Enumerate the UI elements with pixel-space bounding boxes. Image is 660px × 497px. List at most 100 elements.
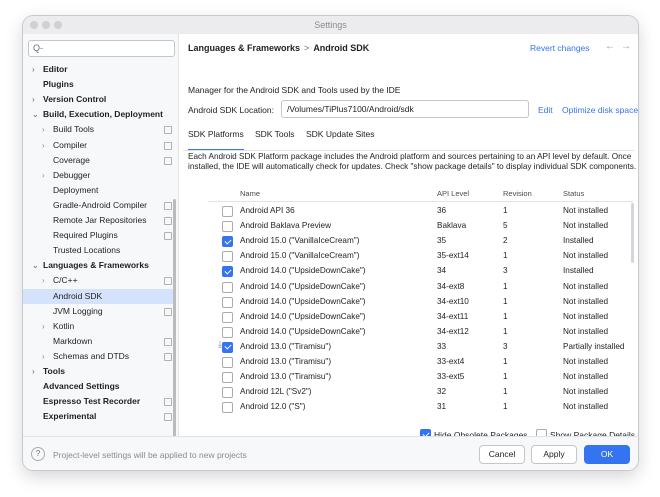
tab-sdk-tools[interactable]: SDK Tools: [255, 129, 295, 149]
column-revision[interactable]: Revision: [503, 189, 532, 198]
cell-api: 31: [437, 402, 447, 412]
sidebar-item-gradle-android-compiler[interactable]: Gradle-Android Compiler: [23, 198, 173, 213]
chevron-right-icon[interactable]: ›: [42, 122, 45, 137]
cell-rev: 1: [503, 357, 508, 366]
cell-rev: 1: [503, 296, 508, 306]
package-checkbox[interactable]: [222, 221, 233, 233]
chevron-down-icon[interactable]: ⌄: [32, 107, 39, 122]
breadcrumb-languages-frameworks[interactable]: Languages & Frameworks: [188, 43, 300, 53]
chevron-down-icon[interactable]: ⌄: [32, 258, 39, 273]
column-api-level[interactable]: API Level: [437, 189, 469, 198]
table-row[interactable]: Android Baklava Preview Baklava 5 Not insta…: [208, 219, 633, 234]
sidebar-item-coverage[interactable]: Coverage: [23, 153, 173, 168]
sidebar-item-required-plugins[interactable]: Required Plugins: [23, 228, 173, 243]
chevron-right-icon[interactable]: ›: [32, 92, 35, 107]
table-row[interactable]: Android 14.0 ("UpsideDownCake") 34-ext11 1…: [208, 310, 633, 325]
sidebar-item-tools[interactable]: › Tools: [23, 364, 173, 379]
sidebar-item-debugger[interactable]: › Debugger: [23, 168, 173, 183]
sidebar-item-label: C/C++: [53, 275, 78, 286]
chevron-right-icon[interactable]: ›: [42, 138, 45, 153]
chevron-right-icon[interactable]: ›: [42, 319, 45, 334]
table-row[interactable]: Android 12L ("Sv2") 32 1 Not installed: [208, 385, 633, 400]
package-checkbox[interactable]: [222, 341, 233, 353]
sidebar-item-espresso-test-recorder[interactable]: Espresso Test Recorder: [23, 394, 173, 409]
android-sdk-panel: Languages & Frameworks > Android SDK Rever…: [179, 34, 638, 440]
table-row[interactable]: Android 12.0 ("S") 31 1 Not installed: [208, 400, 633, 415]
table-row[interactable]: Android 13.0 ("Tiramisu") 33 3 Partially in…: [208, 340, 633, 355]
sidebar-item-build-execution-deployment[interactable]: ⌄ Build, Execution, Deployment: [23, 107, 173, 122]
sidebar-item-remote-jar-repositories[interactable]: Remote Jar Repositories: [23, 213, 173, 228]
package-checkbox[interactable]: [222, 296, 233, 308]
sidebar-item-label: Kotlin: [53, 320, 75, 331]
sidebar-item-kotlin[interactable]: › Kotlin: [23, 319, 173, 334]
sidebar-item-deployment[interactable]: Deployment: [23, 183, 173, 198]
package-checkbox[interactable]: [222, 357, 233, 368]
package-checkbox[interactable]: [222, 372, 233, 384]
chevron-right-icon[interactable]: ›: [32, 62, 35, 77]
cell-name: Android 13.0 ("Tiramisu"): [240, 372, 332, 382]
chevron-right-icon[interactable]: ›: [32, 364, 35, 379]
sidebar-item-editor[interactable]: › Editor: [23, 62, 173, 77]
column-name[interactable]: Name: [240, 189, 260, 198]
table-row[interactable]: Android 11.0 ("R")303Not installed: [208, 415, 633, 417]
forward-arrow-icon[interactable]: →: [621, 41, 637, 52]
sidebar-item-compiler[interactable]: › Compiler: [23, 138, 173, 153]
cell-status: Not installed: [563, 281, 609, 291]
package-checkbox[interactable]: [222, 326, 233, 338]
sidebar-item-trusted-locations[interactable]: Trusted Locations: [23, 243, 173, 258]
sidebar-item-label: Remote Jar Repositories: [53, 215, 147, 225]
ok-button[interactable]: OK: [584, 445, 630, 464]
table-row[interactable]: Android 14.0 ("UpsideDownCake") 34-ext12 1…: [208, 325, 633, 340]
tab-sdk-platforms[interactable]: SDK Platforms: [188, 129, 244, 151]
project-scope-icon: [164, 126, 172, 135]
sidebar-item-build-tools[interactable]: › Build Tools: [23, 122, 173, 137]
table-row[interactable]: Android 13.0 ("Tiramisu") 33-ext5 1 Not ins…: [208, 370, 633, 385]
table-scrollbar[interactable]: [631, 203, 634, 263]
help-icon[interactable]: ?: [31, 447, 45, 461]
revert-changes-link[interactable]: Revert changes: [530, 43, 590, 53]
sidebar-item-version-control[interactable]: › Version Control: [23, 92, 173, 107]
table-row[interactable]: Android 13.0 ("Tiramisu") 33-ext4 1 Not ins…: [208, 355, 633, 370]
tab-sdk-update-sites[interactable]: SDK Update Sites: [306, 129, 375, 149]
table-row[interactable]: Android 15.0 ("VanillaIceCream") 35-ext14…: [208, 249, 633, 264]
sidebar-item-android-sdk[interactable]: Android SDK: [23, 288, 173, 304]
sidebar-item-languages-frameworks[interactable]: ⌄ Languages & Frameworks: [23, 258, 173, 273]
sidebar-item-label: Tools: [43, 366, 66, 376]
sidebar-item-experimental[interactable]: Experimental: [23, 409, 173, 424]
table-row[interactable]: Android 14.0 ("UpsideDownCake") 34 3 Instal…: [208, 264, 633, 279]
sidebar-item-c-c[interactable]: › C/C++: [23, 273, 173, 288]
cell-name: Android 14.0 ("UpsideDownCake"): [240, 311, 366, 321]
sidebar-item-advanced-settings[interactable]: Advanced Settings: [23, 379, 173, 394]
sidebar-item-schemas-and-dtds[interactable]: › Schemas and DTDs: [23, 349, 173, 364]
table-row[interactable]: Android API 36 36 1 Not installed: [208, 204, 633, 219]
history-navigation: ←→: [605, 41, 637, 52]
apply-button[interactable]: Apply: [531, 445, 577, 464]
sidebar-item-markdown[interactable]: Markdown: [23, 334, 173, 349]
sidebar-scrollbar[interactable]: [173, 199, 176, 454]
back-arrow-icon[interactable]: ←: [605, 41, 621, 52]
package-checkbox[interactable]: [222, 311, 233, 323]
package-checkbox[interactable]: [222, 251, 233, 263]
package-checkbox[interactable]: [222, 402, 233, 414]
table-row[interactable]: Android 15.0 ("VanillaIceCream") 35 2 Insta…: [208, 234, 633, 249]
cancel-button[interactable]: Cancel: [479, 445, 525, 464]
column-status[interactable]: Status: [563, 189, 584, 198]
project-scope-icon: [164, 398, 172, 407]
sdk-location-field[interactable]: /Volumes/TiPlus7100/Android/sdk: [281, 100, 529, 118]
chevron-right-icon[interactable]: ›: [42, 168, 45, 183]
package-checkbox[interactable]: [222, 281, 233, 293]
sidebar-item-plugins[interactable]: Plugins: [23, 77, 173, 92]
package-checkbox[interactable]: [222, 236, 233, 248]
package-checkbox[interactable]: [222, 387, 233, 399]
chevron-right-icon[interactable]: ›: [42, 349, 45, 364]
chevron-right-icon[interactable]: ›: [42, 273, 45, 288]
table-row[interactable]: Android 14.0 ("UpsideDownCake") 34-ext10 1…: [208, 295, 633, 310]
cell-name: Android Baklava Preview: [240, 221, 332, 231]
optimize-disk-space-link[interactable]: Optimize disk space: [562, 105, 638, 115]
package-checkbox[interactable]: [222, 206, 233, 217]
settings-search-input[interactable]: Q-: [28, 40, 175, 57]
package-checkbox[interactable]: [222, 266, 233, 278]
edit-location-link[interactable]: Edit: [538, 105, 553, 115]
sidebar-item-jvm-logging[interactable]: JVM Logging: [23, 304, 173, 319]
table-row[interactable]: Android 14.0 ("UpsideDownCake") 34-ext8 1 N…: [208, 280, 633, 295]
